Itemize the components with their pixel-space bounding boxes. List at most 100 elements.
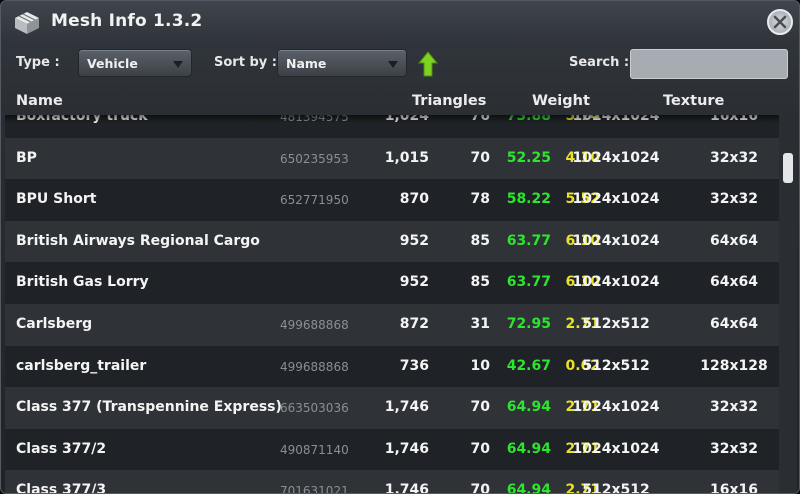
row-texture-lod: 64x64 [710,315,758,332]
mesh-list[interactable]: Boxfactory truck 481394575 1,024 76 73.88 5.7… [5,115,779,494]
row-weight-primary: 63.77 [506,232,551,249]
row-sub-count: 85 [470,274,490,291]
row-name: British Airways Regional Cargo [16,232,260,249]
row-name: carlsberg_trailer [16,357,147,374]
row-sub-count: 76 [470,115,490,124]
row-triangles: 952 [399,274,429,291]
filter-bar: Type : Vehicle Sort by : Name Search : [1,47,799,81]
sort-label: Sort by : [214,55,277,70]
row-texture-main: 512x512 [582,315,650,332]
row-triangles: 1,024 [384,115,429,124]
row-texture-main: 1024x1024 [572,191,660,208]
row-weight-primary: 72.95 [506,315,551,332]
table-row[interactable]: Carlsberg 499688868 872 31 72.95 2.71 512x512 6… [5,303,779,346]
table-row[interactable]: Boxfactory truck 481394575 1,024 76 73.88 5.7… [5,115,779,138]
row-triangles: 1,746 [384,440,429,457]
mesh-cube-icon [15,12,39,34]
row-sub-count: 70 [470,482,490,494]
row-texture-main: 1024x1024 [572,149,660,166]
row-triangles: 1,015 [384,149,429,166]
row-name: BPU Short [16,191,97,208]
row-triangles: 872 [399,315,429,332]
row-texture-main: 1024x1024 [572,115,660,124]
sort-dropdown[interactable]: Name [277,49,407,77]
column-header-name[interactable]: Name [16,93,63,109]
chevron-down-icon [388,61,398,68]
column-header-texture[interactable]: Texture [663,93,724,109]
mesh-list-rows: Boxfactory truck 481394575 1,024 76 73.88 5.7… [5,115,779,494]
row-weight-primary: 63.77 [506,274,551,291]
type-dropdown[interactable]: Vehicle [78,49,192,77]
mesh-info-window: Mesh Info 1.3.2 Type : Vehicle Sort by :… [0,0,800,494]
row-workshop-id: 650235953 [280,151,349,166]
row-workshop-id: 701631021 [280,484,349,494]
row-texture-lod: 64x64 [710,232,758,249]
row-texture-main: 1024x1024 [572,232,660,249]
table-row[interactable]: carlsberg_trailer 499688868 736 10 42.67 0.62… [5,345,779,388]
close-icon [773,15,787,29]
row-name: Class 377 (Transpennine Express) [16,399,282,416]
row-sub-count: 85 [470,232,490,249]
window-title: Mesh Info 1.3.2 [51,11,203,31]
row-workshop-id: 652771950 [280,193,349,208]
row-texture-main: 1024x1024 [572,274,660,291]
row-weight-primary: 64.94 [506,482,551,494]
column-header-row: Name Triangles Weight Texture [1,89,799,115]
column-header-triangles[interactable]: Triangles [412,93,486,109]
row-workshop-id: 499688868 [280,359,349,374]
table-row[interactable]: British Gas Lorry 952 85 63.77 6.10 1024x1024… [5,262,779,304]
table-row[interactable]: British Airways Regional Cargo 952 85 63.77… [5,220,779,263]
row-weight-primary: 73.88 [506,115,551,124]
row-texture-main: 512x512 [582,357,650,374]
sort-ascending-arrow-icon[interactable] [418,51,438,77]
row-weight-primary: 64.94 [506,399,551,416]
row-texture-lod: 32x32 [710,440,758,457]
row-triangles: 1,746 [384,482,429,494]
search-label: Search : [569,55,630,70]
title-bar[interactable]: Mesh Info 1.3.2 [1,1,799,43]
search-input[interactable] [630,49,788,79]
chevron-down-icon [173,61,183,68]
row-texture-main: 512x512 [582,482,650,494]
row-texture-main: 1024x1024 [572,399,660,416]
row-name: British Gas Lorry [16,274,149,291]
row-texture-main: 1024x1024 [572,440,660,457]
row-triangles: 736 [399,357,429,374]
table-row[interactable]: Class 377/3 701631021 1,746 70 64.94 2.71 512x… [5,470,779,494]
row-texture-lod: 32x32 [710,149,758,166]
row-name: Boxfactory truck [16,115,148,124]
row-texture-lod: 16x16 [710,115,758,124]
row-sub-count: 70 [470,399,490,416]
sort-dropdown-value: Name [286,56,327,71]
vertical-scrollbar[interactable] [779,115,797,493]
row-workshop-id: 499688868 [280,317,349,332]
row-workshop-id: 481394575 [280,115,349,124]
row-name: Class 377/3 [16,482,107,494]
row-triangles: 1,746 [384,399,429,416]
row-triangles: 870 [399,191,429,208]
row-texture-lod: 64x64 [710,274,758,291]
row-weight-primary: 58.22 [506,191,551,208]
table-row[interactable]: Class 377 (Transpennine Express) 66350303… [5,387,779,429]
row-triangles: 952 [399,232,429,249]
row-workshop-id: 490871140 [280,442,349,457]
row-sub-count: 31 [470,315,490,332]
row-sub-count: 78 [470,191,490,208]
row-texture-lod: 32x32 [710,399,758,416]
row-name: BP [16,149,37,166]
row-workshop-id: 663503036 [280,401,349,416]
table-row[interactable]: Class 377/2 490871140 1,746 70 64.94 2.71 1024… [5,428,779,471]
type-dropdown-value: Vehicle [87,56,138,71]
row-weight-primary: 64.94 [506,440,551,457]
row-texture-lod: 32x32 [710,191,758,208]
row-texture-lod: 128x128 [700,357,768,374]
row-texture-lod: 16x16 [710,482,758,494]
row-weight-primary: 52.25 [506,149,551,166]
table-row[interactable]: BPU Short 652771950 870 78 58.22 5.52 1024x102… [5,179,779,221]
scrollbar-thumb[interactable] [783,153,793,183]
type-label: Type : [16,55,60,70]
column-header-weight[interactable]: Weight [532,93,590,109]
row-name: Class 377/2 [16,440,107,457]
close-button[interactable] [767,9,793,35]
table-row[interactable]: BP 650235953 1,015 70 52.25 4.10 1024x1024 32x3… [5,137,779,180]
